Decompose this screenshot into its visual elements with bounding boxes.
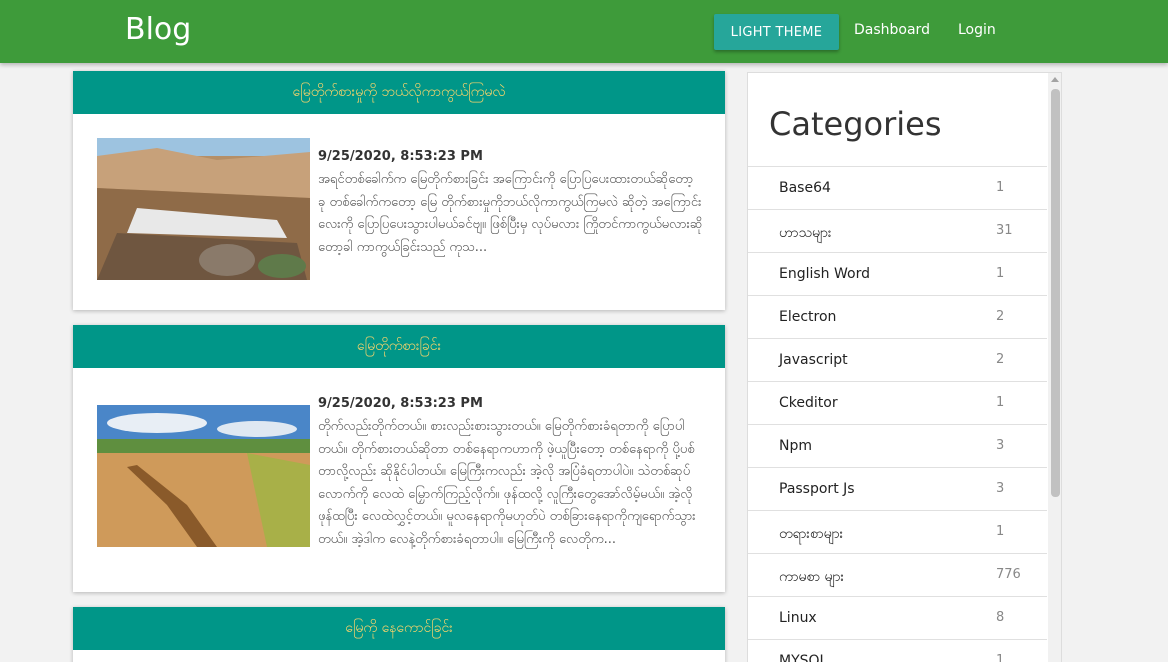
post-excerpt: အရင်တစ်ခေါက်က မြေတိုက်စားခြင်း အကြောင်းက… [318,172,703,255]
category-count: 31 [996,223,1013,238]
category-item[interactable]: Npm 3 [748,424,1047,467]
category-name: Passport Js [779,481,855,497]
category-item[interactable]: English Word 1 [748,252,1047,295]
category-name: Ckeditor [779,395,838,411]
category-name: MYSQL [779,653,828,662]
category-count: 8 [996,610,1005,625]
light-theme-button[interactable]: LIGHT THEME [714,14,839,50]
category-count: 776 [996,567,1021,582]
post-thumbnail[interactable] [97,405,310,547]
nav-login-link[interactable]: Login [958,22,996,38]
post-excerpt: တိုက်လည်းတိုက်တယ်။ စားလည်းစားသွားတယ်။ မြ… [318,419,696,547]
category-item[interactable]: Passport Js 3 [748,467,1047,510]
category-name: Npm [779,438,812,454]
category-name: Base64 [779,180,831,196]
category-count: 1 [996,524,1005,539]
category-count: 1 [996,395,1005,410]
category-item[interactable]: Javascript 2 [748,338,1047,381]
categories-scrollbar[interactable] [1048,73,1061,662]
post-title[interactable]: မြေတိုက်စားခြင်း [73,325,725,368]
category-name: English Word [779,266,870,282]
brand-logo[interactable]: Blog [125,12,191,47]
category-item[interactable]: Electron 2 [748,295,1047,338]
top-navbar: Blog LIGHT THEME Dashboard Login [0,0,1168,63]
post-card: မြေကို နေကောင်ခြင်း [73,607,725,662]
post-thumbnail[interactable] [97,138,310,280]
category-count: 2 [996,309,1005,324]
category-item[interactable]: MYSQL 1 [748,639,1047,662]
scrollbar-thumb[interactable] [1051,89,1060,497]
category-item[interactable]: Base64 1 [748,166,1047,209]
category-item[interactable]: Linux 8 [748,596,1047,639]
category-name: ကာမစာ များ [779,569,845,585]
category-name: ဟာသများ [779,225,832,241]
category-count: 1 [996,266,1005,281]
category-item[interactable]: တရားစာများ 1 [748,510,1047,553]
post-date: 9/25/2020, 8:53:23 PM [318,396,483,411]
category-item[interactable]: ကာမစာ များ 776 [748,553,1047,596]
category-name: Linux [779,610,817,626]
category-list: Base64 1 ဟာသများ 31 English Word 1 Electron… [748,166,1047,662]
scroll-up-arrow-icon[interactable] [1051,77,1059,82]
category-name: တရားစာများ [779,526,844,542]
category-count: 3 [996,438,1005,453]
post-card: မြေတိုက်စားမှုကို ဘယ်လိုကာကွယ်ကြမလဲ 9/25… [73,71,725,310]
category-count: 3 [996,481,1005,496]
category-name: Electron [779,309,837,325]
post-card: မြေတိုက်စားခြင်း 9/25/2020, 8:53:23 PM တ… [73,325,725,592]
categories-title: Categories [769,105,942,143]
category-count: 1 [996,180,1005,195]
category-item[interactable]: ဟာသများ 31 [748,209,1047,252]
post-date: 9/25/2020, 8:53:23 PM [318,149,483,164]
post-title[interactable]: မြေကို နေကောင်ခြင်း [73,607,725,650]
categories-panel: Categories Base64 1 ဟာသများ 31 English Wor… [747,72,1062,662]
category-item[interactable]: Ckeditor 1 [748,381,1047,424]
post-title[interactable]: မြေတိုက်စားမှုကို ဘယ်လိုကာကွယ်ကြမလဲ [73,71,725,114]
nav-dashboard-link[interactable]: Dashboard [854,22,930,38]
category-name: Javascript [779,352,848,368]
category-count: 2 [996,352,1005,367]
category-count: 1 [996,653,1005,662]
